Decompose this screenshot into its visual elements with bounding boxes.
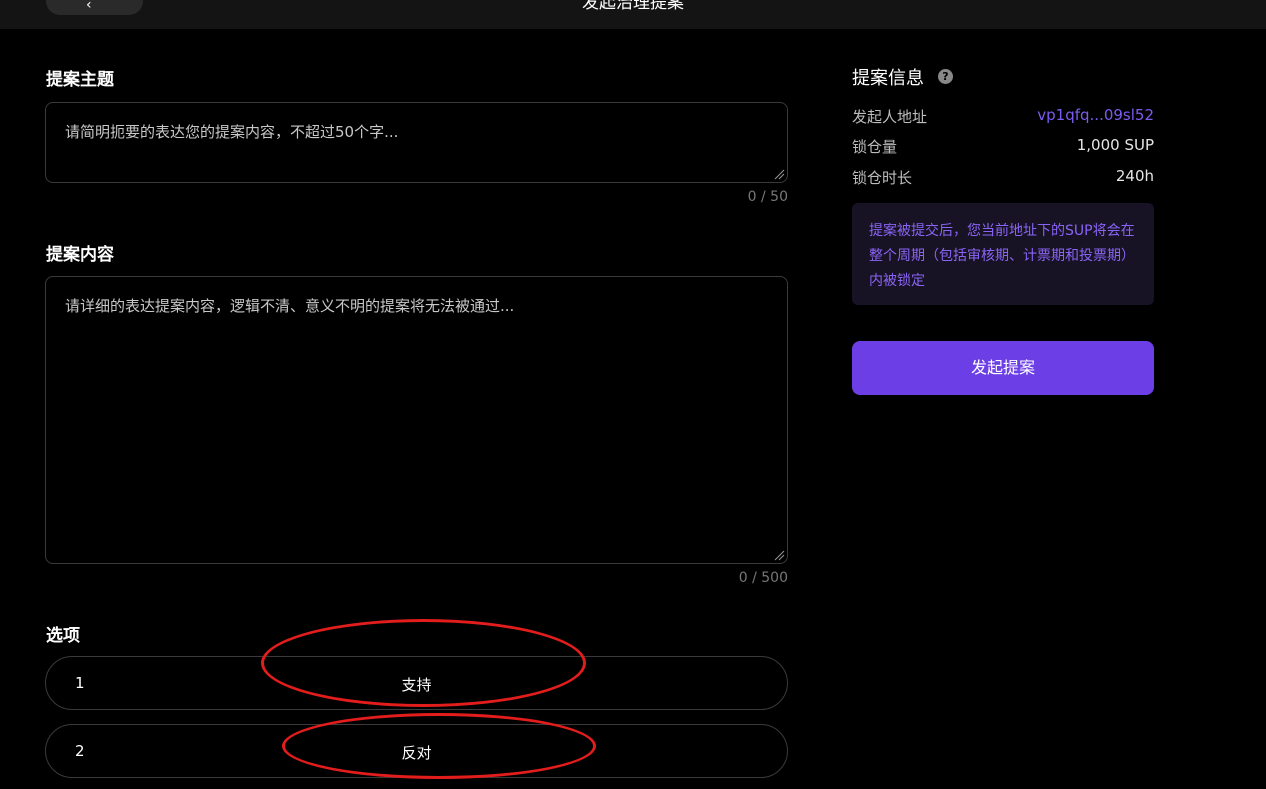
question-circle-icon[interactable]: ? bbox=[938, 69, 953, 84]
content-input[interactable]: 请详细的表达提案内容，逻辑不清、意义不明的提案将无法被通过... bbox=[45, 276, 788, 564]
resize-handle-icon[interactable] bbox=[773, 168, 785, 180]
annotation-ellipse bbox=[261, 619, 586, 707]
options-label: 选项 bbox=[46, 626, 80, 646]
resize-handle-icon[interactable] bbox=[773, 549, 785, 561]
annotation-ellipse bbox=[282, 713, 596, 779]
info-key: 锁仓量 bbox=[852, 138, 898, 156]
subject-input[interactable]: 请简明扼要的表达您的提案内容，不超过50个字... bbox=[45, 102, 788, 183]
info-value: 240h bbox=[1115, 167, 1154, 185]
submit-proposal-button[interactable]: 发起提案 bbox=[852, 341, 1154, 395]
content-placeholder: 请详细的表达提案内容，逻辑不清、意义不明的提案将无法被通过... bbox=[65, 297, 515, 315]
info-value: 1,000 SUP bbox=[1076, 136, 1154, 154]
subject-placeholder: 请简明扼要的表达您的提案内容，不超过50个字... bbox=[65, 123, 399, 141]
page-title: 发起治理提案 bbox=[582, 0, 684, 13]
info-key: 发起人地址 bbox=[852, 108, 928, 126]
address-link[interactable]: vp1qfq...09sl52 bbox=[1037, 106, 1154, 124]
top-bar: ‹ 发起治理提案 bbox=[0, 0, 1266, 29]
lock-notice: 提案被提交后，您当前地址下的SUP将会在整个周期（包括审核期、计票期和投票期）内… bbox=[852, 203, 1154, 305]
content-counter: 0 / 500 bbox=[738, 570, 788, 586]
info-key: 锁仓时长 bbox=[852, 169, 913, 187]
subject-label: 提案主题 bbox=[46, 70, 114, 90]
info-title: 提案信息 bbox=[852, 68, 924, 89]
subject-counter: 0 / 50 bbox=[747, 189, 788, 205]
content-label: 提案内容 bbox=[46, 245, 114, 265]
